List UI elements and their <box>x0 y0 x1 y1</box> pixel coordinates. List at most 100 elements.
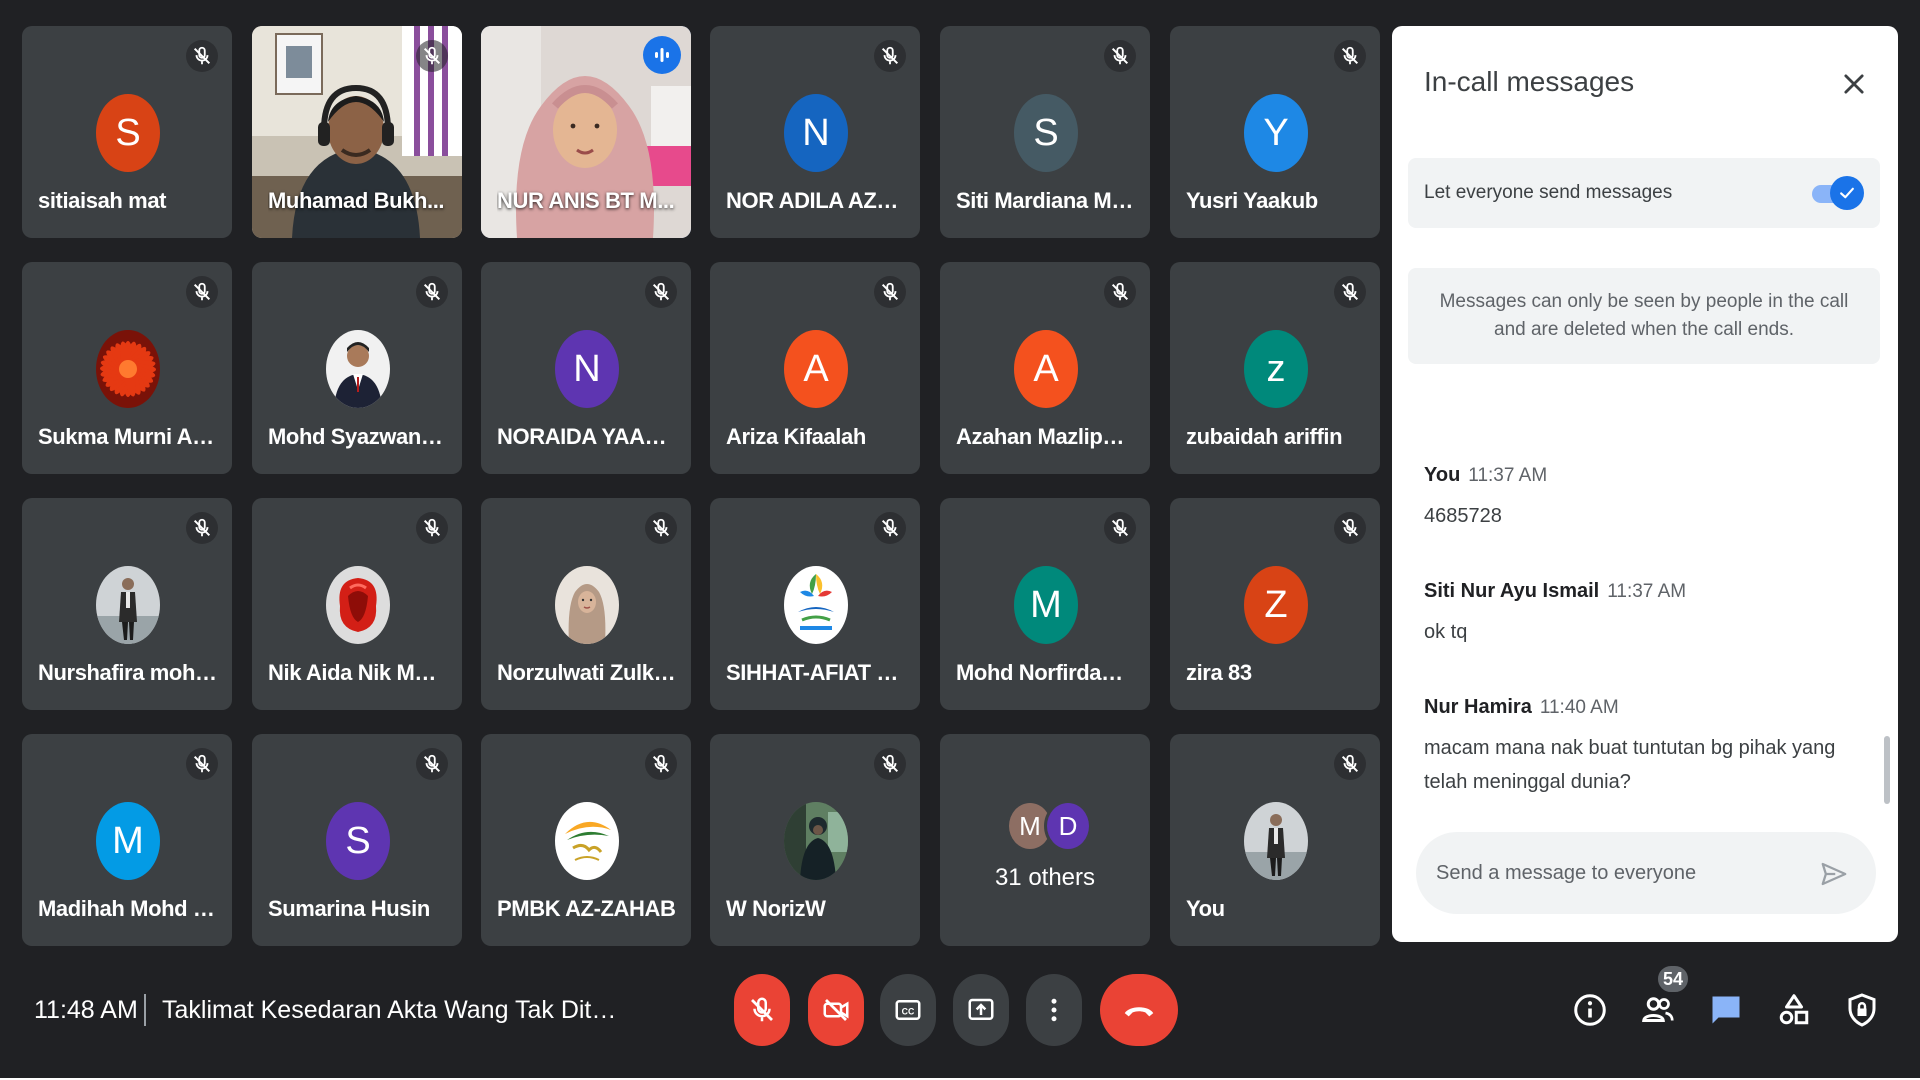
participant-photo <box>784 802 848 880</box>
toggle-label: Let everyone send messages <box>1424 182 1673 203</box>
message-input[interactable] <box>1436 854 1806 892</box>
participant-tile[interactable]: Ssitiaisah mat <box>22 26 232 238</box>
present-now-button[interactable] <box>953 974 1009 1046</box>
chat-icon <box>1712 996 1740 1024</box>
participant-tile[interactable]: S Sumarina Husin <box>252 734 462 946</box>
participant-name: Nurshafira mohd ... <box>38 660 218 685</box>
participant-avatar: S <box>1014 94 1078 172</box>
meeting-title: Taklimat Kesedaran Akta Wang Tak Dituntu… <box>162 996 622 1024</box>
participant-tile[interactable]: Zzira 83 <box>1170 498 1380 710</box>
muted-indicator <box>645 276 677 308</box>
mic-off-icon <box>193 518 211 537</box>
muted-indicator <box>1104 276 1136 308</box>
mic-off-icon <box>193 282 211 301</box>
participant-tile[interactable]: A Ariza Kifaalah <box>710 262 920 474</box>
avatar-initial: S <box>345 819 371 862</box>
avatar-initial: A <box>803 347 829 390</box>
participant-tile[interactable]: PMBK AZ-ZAHAB <box>481 734 691 946</box>
message-text: 4685728 <box>1424 505 1502 527</box>
messages-scrollbar[interactable] <box>1884 736 1890 804</box>
participant-tile[interactable]: Nik Aida Nik Moh... <box>252 498 462 710</box>
participant-tile[interactable]: Norzulwati Zulkifli <box>481 498 691 710</box>
mic-off-icon <box>751 997 773 1022</box>
participant-tile[interactable]: W NorizW <box>710 734 920 946</box>
meeting-clock: 11:48 AM <box>34 996 138 1024</box>
participant-avatar: Z <box>1244 566 1308 644</box>
mic-off-icon <box>1111 518 1129 537</box>
participant-photo <box>96 566 160 644</box>
avatar-initial: M <box>1019 810 1041 841</box>
participant-name: Nik Aida Nik Moh... <box>268 660 448 685</box>
people-button[interactable] <box>1636 988 1680 1032</box>
muted-indicator <box>416 748 448 780</box>
message-time: 11:37 AM <box>1607 581 1687 602</box>
avatar-initial: S <box>115 111 141 154</box>
let-everyone-send-toggle[interactable] <box>1812 176 1864 210</box>
panel-title: In-call messages <box>1424 66 1635 97</box>
participant-tile[interactable]: M D 31 others <box>940 734 1150 946</box>
participant-tile[interactable]: z zubaidah ariffin <box>1170 262 1380 474</box>
message-composer <box>1416 832 1876 914</box>
activities-button[interactable] <box>1772 988 1816 1032</box>
chat-button[interactable] <box>1704 988 1748 1032</box>
mic-off-icon <box>1341 754 1359 773</box>
avatar-initial: S <box>1033 111 1059 154</box>
chat-message: Siti Nur Ayu Ismail 11:37 AM ok tq <box>1424 580 1864 649</box>
captions-icon: CC <box>895 1000 921 1020</box>
participant-tile[interactable]: M Mohd Norfirdaus ... <box>940 498 1150 710</box>
participant-tile[interactable]: S Siti Mardiana Mo... <box>940 26 1150 238</box>
participant-tile[interactable]: You <box>1170 734 1380 946</box>
mic-off-icon <box>1341 518 1359 537</box>
avatar-initial: z <box>1266 347 1286 390</box>
participant-tile[interactable]: N NORAIDA YAAC... <box>481 262 691 474</box>
others-count-label: 31 others <box>994 864 1096 891</box>
participant-avatar: Y <box>1244 94 1308 172</box>
messages-info-notice: Messages can only be seen by people in t… <box>1408 268 1880 364</box>
muted-indicator <box>874 276 906 308</box>
participant-photo <box>326 330 390 408</box>
participant-photo <box>784 566 848 644</box>
participant-tile[interactable]: Muhamad Bukh... <box>252 26 462 238</box>
muted-indicator <box>416 40 448 72</box>
others-avatar: D <box>1044 800 1092 852</box>
participant-name: Sukma Murni Ad... <box>38 424 218 449</box>
participant-name: SIHHAT-AFIAT S... <box>726 660 906 685</box>
muted-indicator <box>416 276 448 308</box>
participant-avatar: S <box>326 802 390 880</box>
participant-tile[interactable]: Sukma Murni Ad... <box>22 262 232 474</box>
muted-indicator <box>186 512 218 544</box>
participant-tile[interactable]: Mohd Syazwan S... <box>252 262 462 474</box>
meeting-details-button[interactable] <box>1568 988 1612 1032</box>
participant-avatar: S <box>96 94 160 172</box>
muted-indicator <box>874 748 906 780</box>
participant-avatar: N <box>784 94 848 172</box>
participant-tile[interactable]: SIHHAT-AFIAT S... <box>710 498 920 710</box>
participant-tile[interactable]: NUR ANIS BT M... <box>481 26 691 238</box>
more-options-button[interactable] <box>1026 974 1082 1046</box>
camera-toggle-button[interactable] <box>808 974 864 1046</box>
in-call-messages-panel: In-call messages Let everyone send messa… <box>1392 26 1898 942</box>
send-icon <box>1821 862 1847 886</box>
participant-tile[interactable]: M Madihah Mohd R... <box>22 734 232 946</box>
leave-call-button[interactable] <box>1100 974 1178 1046</box>
muted-indicator <box>186 748 218 780</box>
host-controls-button[interactable] <box>1840 988 1884 1032</box>
close-panel-button[interactable] <box>1832 62 1876 106</box>
participant-tile[interactable]: A Azahan Mazlipah... <box>940 262 1150 474</box>
participant-name: Norzulwati Zulkifli <box>497 660 677 685</box>
participant-name: Mohd Norfirdaus ... <box>956 660 1136 685</box>
captions-button[interactable]: CC <box>880 974 936 1046</box>
send-message-button[interactable] <box>1816 856 1852 892</box>
muted-indicator <box>645 512 677 544</box>
mic-off-icon <box>423 282 441 301</box>
avatar-initial: M <box>112 819 144 862</box>
microphone-toggle-button[interactable] <box>734 974 790 1046</box>
message-sender: You <box>1424 464 1461 486</box>
participant-name: PMBK AZ-ZAHAB <box>497 896 676 921</box>
participant-tile[interactable]: N NOR ADILA AZU... <box>710 26 920 238</box>
participant-name: NUR ANIS BT M... <box>497 188 675 213</box>
participant-photo <box>1244 802 1308 880</box>
participant-tile[interactable]: Y Yusri Yaakub <box>1170 26 1380 238</box>
participant-tile[interactable]: Nurshafira mohd ... <box>22 498 232 710</box>
mic-off-icon <box>193 46 211 65</box>
